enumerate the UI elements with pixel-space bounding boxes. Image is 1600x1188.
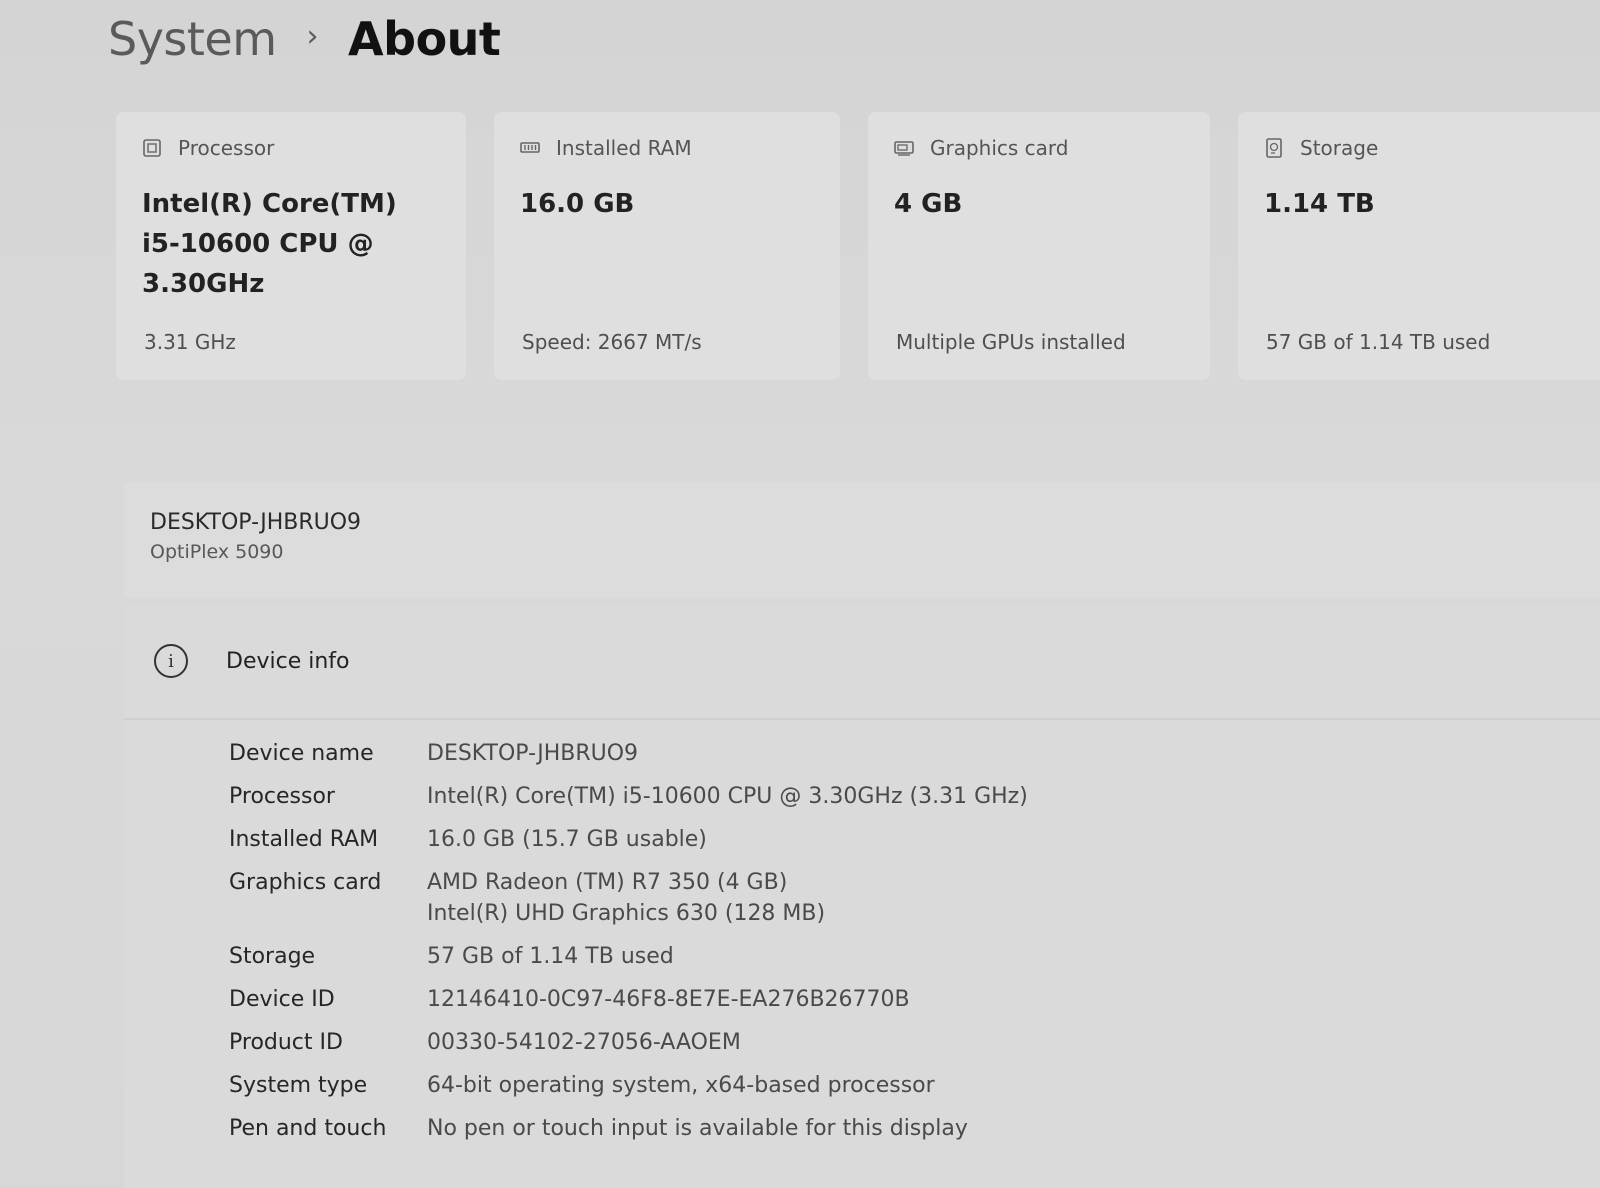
info-icon: i [154,644,188,678]
device-rename-panel[interactable]: DESKTOP-JHBRUO9 OptiPlex 5090 [124,482,1600,598]
processor-card-speed: 3.31 GHz [144,330,236,354]
spec-value-multiline: AMD Radeon (TM) R7 350 (4 GB) Intel(R) U… [427,867,825,929]
storage-card-usage: 57 GB of 1.14 TB used [1266,330,1491,354]
ram-card-header: Installed RAM [520,136,814,160]
spec-row-product-id: Product ID 00330-54102-27056-AAOEM [229,1027,1028,1058]
spec-value: AMD Radeon (TM) R7 350 (4 GB) [427,870,788,895]
spec-value: No pen or touch input is available for t… [427,1116,968,1141]
chevron-right-icon: › [306,18,319,54]
spec-value: 16.0 GB (15.7 GB usable) [427,827,707,852]
spec-label: Device ID [229,987,335,1012]
spec-value: 64-bit operating system, x64-based proce… [427,1073,935,1098]
ram-card-speed: Speed: 2667 MT/s [522,330,702,354]
graphics-card-card: Graphics card 4 GB Multiple GPUs install… [868,112,1210,380]
spec-label: Installed RAM [229,827,379,852]
ram-card: Installed RAM 16.0 GB Speed: 2667 MT/s [494,112,840,380]
spec-row-processor: Processor Intel(R) Core(TM) i5-10600 CPU… [229,781,1028,812]
spec-row-graphics-card: Graphics card AMD Radeon (TM) R7 350 (4 … [229,867,1028,929]
storage-card: Storage 1.14 TB 57 GB of 1.14 TB used [1238,112,1600,380]
spec-row-device-name: Device name DESKTOP-JHBRUO9 [229,738,1028,769]
graphics-card-value: 4 GB [894,189,963,219]
graphics-card-icon [894,141,914,156]
spec-row-pen-and-touch: Pen and touch No pen or touch input is a… [229,1113,1028,1144]
processor-card-header: Processor [142,136,440,160]
graphics-card-label: Graphics card [930,136,1069,160]
storage-card-header: Storage [1264,136,1574,160]
processor-card: Processor Intel(R) Core(TM) i5-10600 CPU… [116,112,466,380]
breadcrumb: System › About [108,12,501,66]
page-title: About [348,12,501,66]
ram-icon [520,142,540,153]
processor-value-line: i5-10600 CPU @ [142,229,374,259]
processor-card-label: Processor [178,136,275,160]
storage-icon [1266,138,1282,158]
spec-value: 00330-54102-27056-AAOEM [427,1030,741,1055]
spec-value: Intel(R) UHD Graphics 630 (128 MB) [427,901,826,926]
device-hostname: DESKTOP-JHBRUO9 [150,510,362,535]
breadcrumb-system-link[interactable]: System [108,12,277,66]
spec-value: 57 GB of 1.14 TB used [427,944,674,969]
spec-value: DESKTOP-JHBRUO9 [427,741,639,766]
graphics-card-sub: Multiple GPUs installed [896,330,1126,354]
storage-card-label: Storage [1300,136,1379,160]
ram-card-value: 16.0 GB [520,189,635,219]
spec-label: Pen and touch [229,1116,387,1141]
spec-label: Product ID [229,1030,343,1055]
spec-row-system-type: System type 64-bit operating system, x64… [229,1070,1028,1101]
spec-row-storage: Storage 57 GB of 1.14 TB used [229,941,1028,972]
ram-card-label: Installed RAM [556,136,692,160]
graphics-card-header: Graphics card [894,136,1184,160]
spec-row-device-id: Device ID 12146410-0C97-46F8-8E7E-EA276B… [229,984,1028,1015]
spec-value: 12146410-0C97-46F8-8E7E-EA276B26770B [427,987,910,1012]
spec-label: Processor [229,784,335,809]
device-specs-table: Device name DESKTOP-JHBRUO9 Processor In… [229,738,1028,1156]
spec-row-installed-ram: Installed RAM 16.0 GB (15.7 GB usable) [229,824,1028,855]
device-info-title: Device info [226,648,350,674]
spec-label: Graphics card [229,870,382,895]
device-info-header[interactable]: i Device info [124,604,1600,720]
processor-value-line: Intel(R) Core(TM) [142,189,397,219]
spec-label: Storage [229,944,316,969]
device-info-section: i Device info Device name DESKTOP-JHBRUO… [124,604,1600,1188]
storage-card-value: 1.14 TB [1264,189,1375,219]
spec-label: Device name [229,741,374,766]
processor-card-value: Intel(R) Core(TM) i5-10600 CPU @ 3.30GHz [142,184,440,304]
spec-value: Intel(R) Core(TM) i5-10600 CPU @ 3.30GHz… [427,784,1028,809]
device-model: OptiPlex 5090 [150,541,284,563]
processor-icon [143,139,161,157]
processor-value-line: 3.30GHz [142,269,265,299]
spec-label: System type [229,1073,368,1098]
